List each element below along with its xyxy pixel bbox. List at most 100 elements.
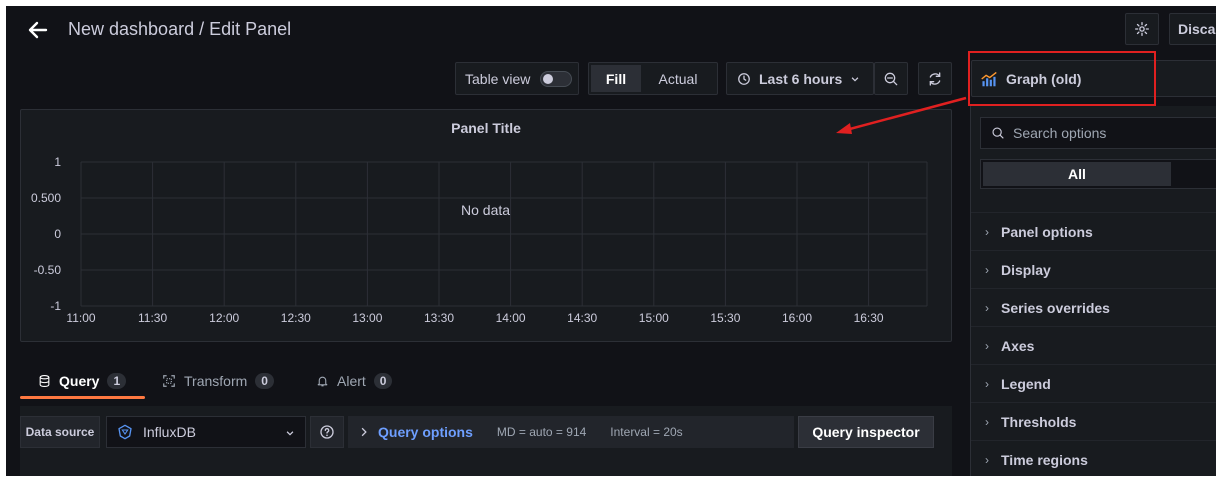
x-tick-label: 16:30 <box>854 311 884 325</box>
tab-alert-count: 0 <box>373 373 393 389</box>
y-tick-label: 1 <box>54 155 61 169</box>
y-tick-label: 0.500 <box>31 191 61 205</box>
section-label: Series overrides <box>1001 299 1110 316</box>
x-tick-label: 14:00 <box>496 311 526 325</box>
annotation-arrow <box>836 96 967 134</box>
search-icon <box>992 127 1004 139</box>
refresh-icon <box>929 71 941 86</box>
transform-icon <box>163 375 175 387</box>
question-circle-icon <box>320 425 334 439</box>
active-tab-indicator <box>20 396 145 399</box>
y-tick-label: -1 <box>50 299 61 313</box>
section-display[interactable]: › Display <box>971 250 1216 288</box>
chevron-right-icon: › <box>985 338 989 353</box>
tab-alert-label: Alert <box>337 373 366 389</box>
section-label: Panel options <box>1001 223 1093 240</box>
chevron-right-icon: › <box>985 452 989 467</box>
graph-chart: 1 0.500 0 -0.50 -1 11:00 11:30 12:00 12:30 13:00 1… <box>31 155 928 325</box>
section-label: Axes <box>1001 337 1035 354</box>
tab-transform[interactable]: Transform 0 <box>162 366 274 396</box>
x-tick-label: 15:30 <box>710 311 740 325</box>
x-tick-label: 16:00 <box>782 311 812 325</box>
y-tick-label: 0 <box>54 227 61 241</box>
x-tick-label: 11:30 <box>138 311 167 325</box>
section-series-overrides[interactable]: › Series overrides <box>971 288 1216 326</box>
section-label: Legend <box>1001 375 1051 392</box>
x-tick-label: 11:00 <box>66 311 95 325</box>
section-label: Display <box>1001 261 1051 278</box>
y-tick-label: -0.50 <box>34 263 62 277</box>
data-source-label: Data source <box>20 416 100 448</box>
app-window: New dashboard / Edit Panel Discard Table… <box>6 6 1216 476</box>
tab-transform-label: Transform <box>184 373 248 389</box>
options-sections: › Panel options › Display › Series override… <box>971 212 1216 476</box>
time-range-picker[interactable]: Last 6 hours <box>726 62 874 95</box>
max-data-points-info: MD = auto = 914 <box>496 425 587 439</box>
table-view-label: Table view <box>465 70 531 87</box>
settings-button[interactable] <box>1125 13 1159 45</box>
table-view-toggle[interactable]: Table view <box>455 62 579 95</box>
x-tick-label: 15:00 <box>639 311 669 325</box>
section-label: Thresholds <box>1001 413 1077 430</box>
visualization-label: Graph (old) <box>1006 70 1082 87</box>
search-options-field[interactable] <box>980 117 1216 149</box>
chevron-right-icon: › <box>985 414 989 429</box>
query-tabs: Query 1 Transform 0 Alert 0 <box>20 366 520 399</box>
tab-query-label: Query <box>59 373 100 389</box>
time-range-label: Last 6 hours <box>759 70 843 87</box>
refresh-button[interactable] <box>918 62 952 95</box>
interval-info: Interval = 20s <box>610 425 683 439</box>
fill-option[interactable]: Fill <box>591 65 641 92</box>
visualization-picker[interactable]: Graph (old) <box>971 60 1216 97</box>
section-panel-options[interactable]: › Panel options <box>971 212 1216 250</box>
filter-all-button[interactable]: All <box>983 162 1171 186</box>
help-button[interactable] <box>310 416 344 448</box>
table-view-switch[interactable] <box>540 70 573 87</box>
options-filter: All <box>980 159 1216 189</box>
gear-icon <box>1135 22 1149 36</box>
chevron-right-icon: › <box>985 224 989 239</box>
section-legend[interactable]: › Legend <box>971 364 1216 402</box>
zoom-out-button[interactable] <box>874 62 908 95</box>
section-label: Time regions <box>1001 451 1088 468</box>
x-tick-label: 13:00 <box>352 311 382 325</box>
page-title: New dashboard / Edit Panel <box>68 19 292 39</box>
zoom-out-icon <box>884 72 898 85</box>
bell-icon <box>317 376 328 387</box>
query-options-label: Query options <box>378 424 473 440</box>
panel-preview: Panel Title 1 0.500 0 -0.50 -1 11:00 11:30 12:0… <box>20 109 952 342</box>
actual-option[interactable]: Actual <box>641 65 715 92</box>
chevron-down-icon <box>851 76 859 82</box>
query-editor-row: Data source InfluxDB Query options MD = … <box>20 406 952 476</box>
graph-icon <box>981 71 997 86</box>
back-arrow-icon[interactable] <box>26 18 50 42</box>
influxdb-icon <box>118 424 132 440</box>
query-inspector-button[interactable]: Query inspector <box>798 416 934 448</box>
x-tick-label: 12:30 <box>281 311 311 325</box>
chevron-right-icon: › <box>985 300 989 315</box>
section-thresholds[interactable]: › Thresholds <box>971 402 1216 440</box>
section-axes[interactable]: › Axes <box>971 326 1216 364</box>
fill-actual-radio-group: Fill Actual <box>588 62 718 95</box>
chevron-right-icon <box>361 427 367 437</box>
search-options-input[interactable] <box>1013 125 1213 141</box>
x-tick-label: 12:00 <box>209 311 239 325</box>
x-tick-label: 13:30 <box>424 311 454 325</box>
chevron-right-icon: › <box>985 376 989 391</box>
section-time-regions[interactable]: › Time regions <box>971 440 1216 476</box>
tab-transform-count: 0 <box>255 373 274 389</box>
query-options-toggle[interactable]: Query options MD = auto = 914 Interval =… <box>348 416 794 448</box>
no-data-message: No data <box>461 202 511 218</box>
data-source-select[interactable]: InfluxDB <box>106 416 306 448</box>
chevron-right-icon: › <box>985 262 989 277</box>
discard-button[interactable]: Discard <box>1169 13 1216 45</box>
tab-query-count: 1 <box>107 373 127 389</box>
database-icon <box>39 375 50 387</box>
x-tick-label: 14:30 <box>567 311 597 325</box>
options-pane: All › Panel options › Display › Series over… <box>970 106 1216 476</box>
data-source-value: InfluxDB <box>143 424 196 440</box>
clock-icon <box>738 72 750 85</box>
chevron-down-icon <box>286 431 294 436</box>
tab-alert[interactable]: Alert 0 <box>316 366 393 396</box>
tab-query[interactable]: Query 1 <box>38 366 127 396</box>
